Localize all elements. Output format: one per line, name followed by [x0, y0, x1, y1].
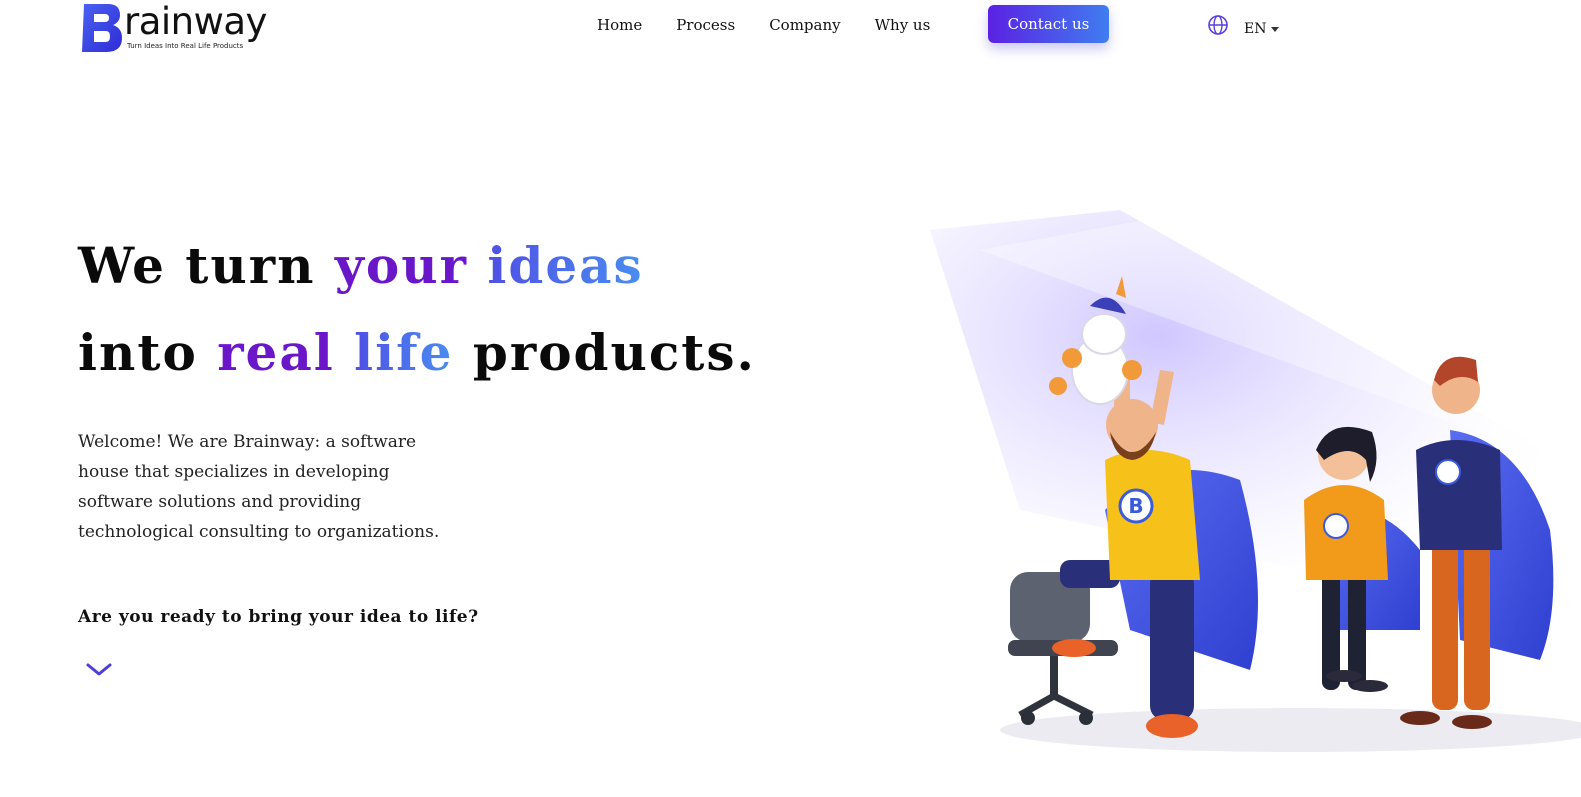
- hero-headline: We turn your ideas into real life produc…: [78, 222, 756, 396]
- brand-logo[interactable]: rainway Turn Ideas Into Real Life Produc…: [78, 0, 288, 58]
- hero-illustration: B: [930, 210, 1581, 752]
- contact-us-button[interactable]: Contact us: [988, 5, 1109, 43]
- hero-intro-text: Welcome! We are Brainway: a software hou…: [78, 432, 440, 542]
- shirt-logo-letter: B: [1128, 494, 1143, 518]
- nav-link-why-us[interactable]: Why us: [875, 15, 931, 35]
- language-selector[interactable]: EN: [1207, 13, 1280, 37]
- headline-accent-real: real: [217, 323, 335, 382]
- headline-line-1: We turn your ideas: [78, 236, 644, 295]
- nav-link-company[interactable]: Company: [769, 15, 840, 35]
- logo-mark-icon: [82, 4, 122, 52]
- language-code: EN: [1244, 21, 1267, 37]
- main-nav: Home Process Company Why us: [597, 15, 964, 35]
- hero-cta-question: Are you ready to bring your idea to life…: [78, 607, 479, 627]
- headline-accent-ideas: ideas: [487, 236, 644, 295]
- headline-accent-life: life: [354, 323, 454, 382]
- headline-accent-your: your: [334, 236, 468, 295]
- logo-wordmark: rainway: [124, 0, 267, 43]
- globe-icon: [1208, 15, 1228, 35]
- chevron-down-icon[interactable]: [86, 662, 112, 678]
- nav-link-process[interactable]: Process: [676, 15, 735, 35]
- logo-tagline: Turn Ideas Into Real Life Products: [127, 42, 244, 50]
- caret-down-icon: [1271, 26, 1280, 32]
- headline-line-2: into real life products.: [78, 323, 756, 382]
- nav-link-home[interactable]: Home: [597, 15, 642, 35]
